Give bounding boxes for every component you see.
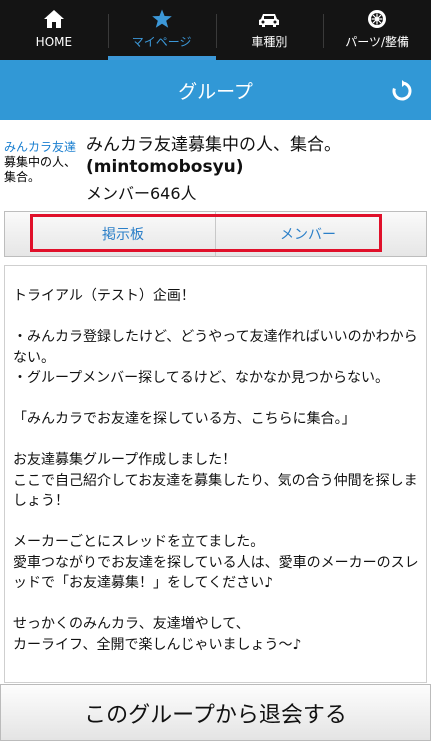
description-line: 「みんカラでお友達を探している方、こちらに集合。」 <box>13 411 356 427</box>
description-line <box>13 512 420 533</box>
nav-parts[interactable]: パーツ/整備 <box>323 0 431 60</box>
tabs-right-edge <box>400 212 426 256</box>
description-line <box>13 594 420 615</box>
nav-mypage-label: マイページ <box>131 35 192 49</box>
description-line: トライアル（テスト）企画！ <box>13 288 195 304</box>
group-name: みんカラ友達募集中の人、集合。 <box>86 135 341 155</box>
car-icon <box>258 9 280 29</box>
description-line: お友達募集グループ作成しました！ <box>13 452 237 468</box>
group-logo-line-1: みんカラ友達 <box>4 140 76 154</box>
member-count: メンバー646人 <box>86 184 197 203</box>
title-bar: グループ <box>0 60 431 120</box>
description-line: せっかくのみんカラ、友達増やして、 <box>13 616 250 632</box>
top-nav: HOME マイページ 車種別 パーツ/整備 <box>0 0 431 60</box>
leave-group-button[interactable]: このグループから退会する <box>0 684 431 741</box>
nav-home-label: HOME <box>35 35 73 49</box>
page-title: グループ <box>178 80 253 103</box>
tire-icon <box>366 9 388 29</box>
description-line: ・グループメンバー探してるけど、なかなか見つからない。 <box>13 370 390 386</box>
description-line: メーカーごとにスレッドを立てました。 <box>13 534 265 550</box>
nav-home[interactable]: HOME <box>0 0 108 60</box>
group-logo-line-2: 募集中の人、 <box>4 155 76 169</box>
description-line <box>13 389 420 410</box>
group-logo: みんカラ友達 募集中の人、 集合。 <box>4 140 76 200</box>
group-title: みんカラ友達募集中の人、集合。 (mintomobosyu) <box>86 134 428 178</box>
tabs-left-edge <box>5 212 31 256</box>
nav-parts-label: パーツ/整備 <box>345 35 410 49</box>
nav-mypage[interactable]: マイページ <box>107 0 216 60</box>
description-line: カーライフ、全開で楽しんじゃいましょう〜♪ <box>13 636 302 653</box>
group-tabs: 掲示板 メンバー <box>4 211 427 257</box>
group-header: みんカラ友達 募集中の人、 集合。 みんカラ友達募集中の人、集合。 (minto… <box>0 128 431 204</box>
description-line <box>13 430 420 451</box>
nav-car-models-label: 車種別 <box>251 35 288 49</box>
description-line: ・みんカラ登録したけど、どうやって友達作ればいいのかわからない。 <box>13 329 418 366</box>
refresh-icon[interactable] <box>391 80 413 102</box>
description-line: 愛車つながりでお友達を探している人は、愛車のメーカーのスレッドで「お友達募集！」… <box>13 554 419 592</box>
home-icon <box>43 9 65 29</box>
description-line: ここで自己紹介してお友達を募集したり、気の合う仲間を探しましょう！ <box>13 472 418 510</box>
tab-members[interactable]: メンバー <box>215 212 400 256</box>
tab-board[interactable]: 掲示板 <box>31 212 215 256</box>
nav-car-models[interactable]: 車種別 <box>215 0 324 60</box>
star-icon <box>151 9 173 29</box>
group-description: トライアル（テスト）企画！ ・みんカラ登録したけど、どうやって友達作ればいいのか… <box>4 265 427 683</box>
group-logo-line-3: 集合。 <box>4 170 41 184</box>
group-id: (mintomobosyu) <box>86 157 244 177</box>
description-line <box>13 307 420 328</box>
